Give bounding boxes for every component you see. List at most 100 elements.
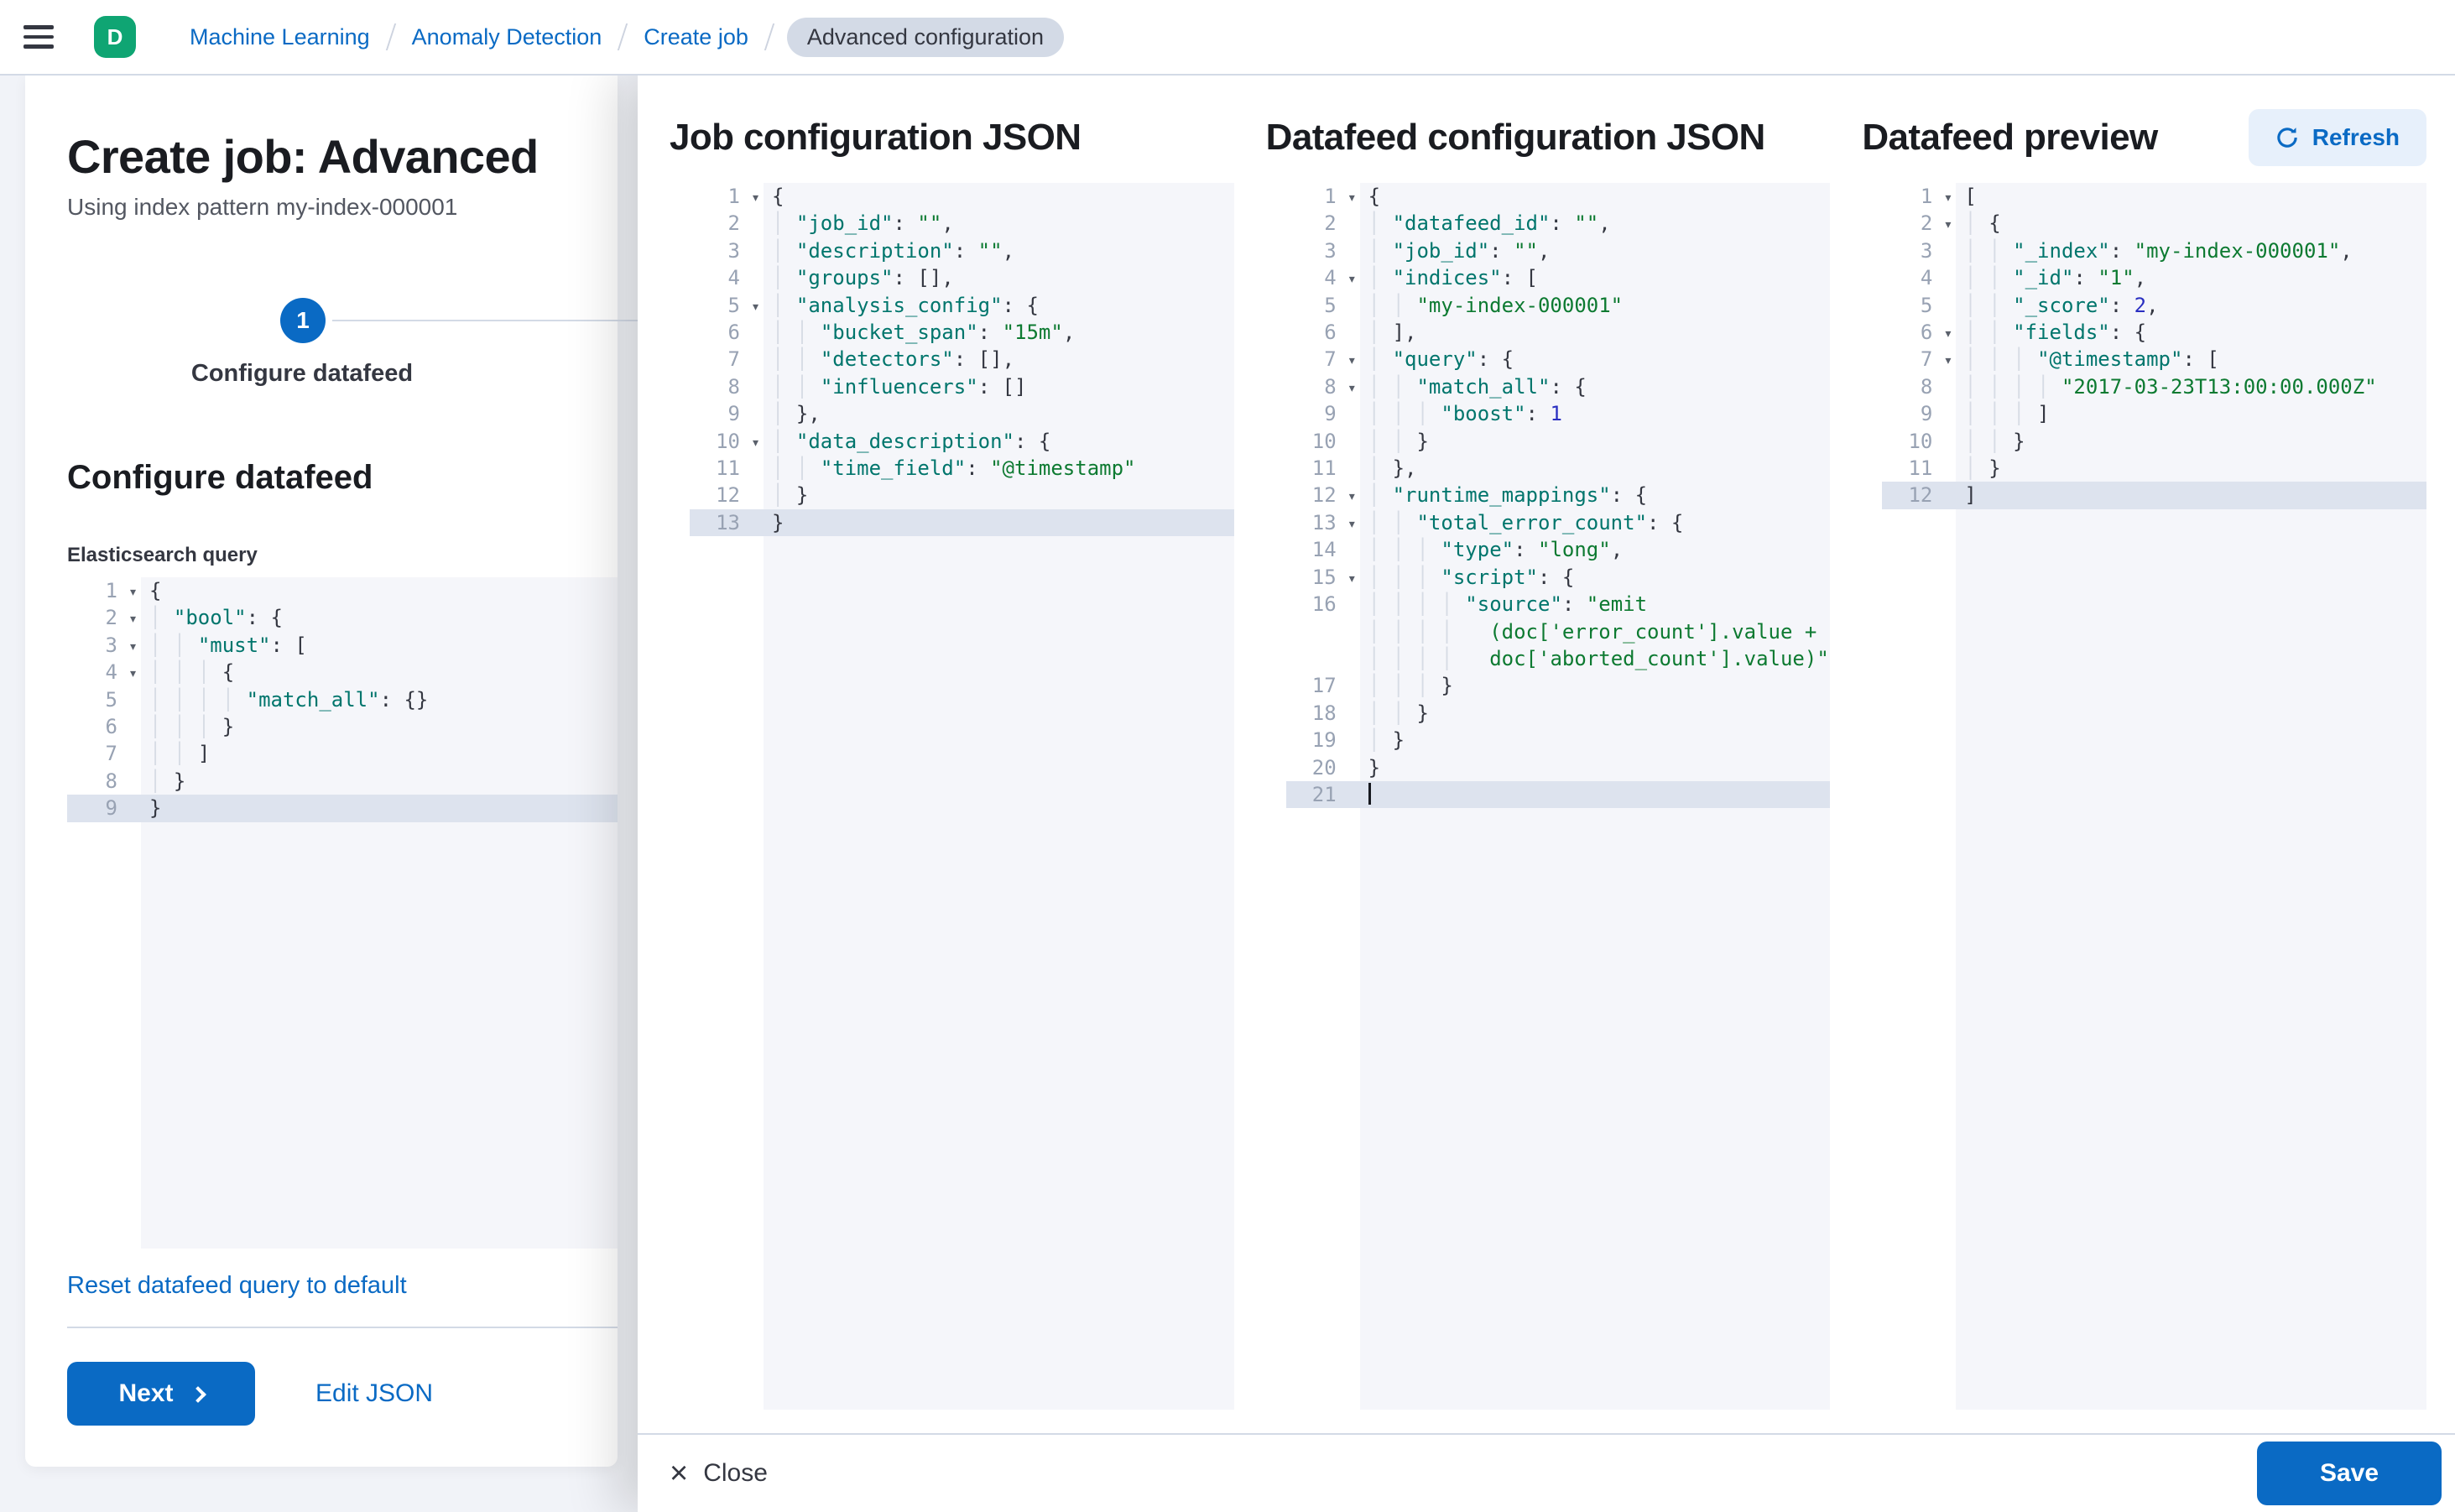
code-line[interactable]: 12▾│ "runtime_mappings": { xyxy=(1286,482,1831,508)
next-button[interactable]: Next xyxy=(67,1362,255,1426)
step-progress-line xyxy=(332,320,641,321)
datafeed-config-json-editor[interactable]: 1▾{2│ "datafeed_id": "",3│ "job_id": "",… xyxy=(1286,183,1831,1410)
datafeed-configuration-title: Datafeed configuration JSON xyxy=(1266,117,1765,159)
code-line[interactable]: 16│ │ │ │ "source": "emit xyxy=(1286,591,1831,618)
top-header: D Machine Learning Anomaly Detection Cre… xyxy=(0,0,2455,76)
breadcrumb-create-job[interactable]: Create job xyxy=(623,24,769,50)
datafeed-configuration-column: Datafeed configuration JSON 1▾{2│ "dataf… xyxy=(1266,109,1831,1433)
wizard-panel: Create job: Advanced Using index pattern… xyxy=(25,76,618,1467)
code-line[interactable]: 1▾{ xyxy=(67,577,618,604)
close-button[interactable]: × Close xyxy=(670,1457,768,1489)
save-button[interactable]: Save xyxy=(2257,1442,2442,1505)
code-line[interactable]: 1▾[ xyxy=(1882,183,2426,210)
code-line[interactable]: 2│ "job_id": "", xyxy=(690,210,1234,237)
app: D Machine Learning Anomaly Detection Cre… xyxy=(0,0,2455,1512)
code-line[interactable]: 19│ } xyxy=(1286,727,1831,753)
code-line[interactable]: 1▾{ xyxy=(690,183,1234,210)
code-line[interactable]: 5│ │ "_score": 2, xyxy=(1882,292,2426,319)
code-line[interactable]: 6▾│ │ "fields": { xyxy=(1882,319,2426,346)
es-query-editor[interactable]: 1▾{2▾│ "bool": {3▾│ │ "must": [4▾│ │ │ {… xyxy=(67,577,618,1249)
code-line[interactable]: 6│ │ "bucket_span": "15m", xyxy=(690,319,1234,346)
refresh-icon xyxy=(2275,126,2299,149)
code-line[interactable]: 7│ │ "detectors": [], xyxy=(690,346,1234,373)
json-columns: Job configuration JSON 1▾{2│ "job_id": "… xyxy=(638,76,2455,1433)
datafeed-preview-editor[interactable]: 1▾[2▾│ {3│ │ "_index": "my-index-000001"… xyxy=(1882,183,2426,1410)
code-line[interactable]: │ │ │ │ (doc['error_count'].value + xyxy=(1286,618,1831,645)
code-line[interactable]: 6│ │ │ } xyxy=(67,713,618,740)
code-line[interactable]: 2│ "datafeed_id": "", xyxy=(1286,210,1831,237)
code-line[interactable]: 1▾{ xyxy=(1286,183,1831,210)
code-line[interactable]: 10│ │ } xyxy=(1882,428,2426,455)
code-line[interactable]: 3│ "description": "", xyxy=(690,237,1234,264)
reset-datafeed-query-link[interactable]: Reset datafeed query to default xyxy=(67,1272,407,1300)
code-line[interactable]: 8│ } xyxy=(67,768,618,795)
code-line[interactable]: 3│ │ "_index": "my-index-000001", xyxy=(1882,237,2426,264)
code-line[interactable]: 11│ } xyxy=(1882,455,2426,482)
code-line[interactable]: 4▾│ "indices": [ xyxy=(1286,264,1831,291)
code-line[interactable]: 8│ │ "influencers": [] xyxy=(690,373,1234,400)
code-line[interactable]: 13▾│ │ "total_error_count": { xyxy=(1286,509,1831,536)
divider xyxy=(67,1327,618,1328)
wizard-actions: Next Edit JSON xyxy=(67,1362,618,1426)
arrow-right-icon xyxy=(190,1386,206,1403)
job-config-json-editor[interactable]: 1▾{2│ "job_id": "",3│ "description": "",… xyxy=(690,183,1234,1410)
hamburger-menu-icon[interactable] xyxy=(23,13,70,60)
close-icon: × xyxy=(670,1457,688,1489)
code-line[interactable]: 2▾│ "bool": { xyxy=(67,604,618,631)
code-line[interactable]: 9│ │ │ ] xyxy=(1882,400,2426,427)
code-line[interactable]: 11│ }, xyxy=(1286,455,1831,482)
job-configuration-title: Job configuration JSON xyxy=(670,117,1081,159)
job-configuration-column: Job configuration JSON 1▾{2│ "job_id": "… xyxy=(670,109,1234,1433)
code-line[interactable]: 20} xyxy=(1286,754,1831,781)
code-line[interactable]: 3▾│ │ "must": [ xyxy=(67,632,618,659)
code-line[interactable]: 21 xyxy=(1286,781,1831,808)
code-line[interactable]: 7│ │ ] xyxy=(67,740,618,767)
edit-json-link[interactable]: Edit JSON xyxy=(315,1379,433,1408)
step-1-circle[interactable]: 1 xyxy=(280,298,326,343)
code-line[interactable]: 9} xyxy=(67,795,618,821)
code-line[interactable]: 13} xyxy=(690,509,1234,536)
user-avatar[interactable]: D xyxy=(94,16,136,58)
step-1-label: Configure datafeed xyxy=(159,360,445,388)
code-line[interactable]: 10│ │ } xyxy=(1286,428,1831,455)
code-line[interactable]: 6│ ], xyxy=(1286,319,1831,346)
page-title: Create job: Advanced xyxy=(67,129,618,184)
code-line[interactable]: 17│ │ │ } xyxy=(1286,672,1831,699)
code-line[interactable]: 15▾│ │ │ "script": { xyxy=(1286,564,1831,591)
breadcrumb-current-page: Advanced configuration xyxy=(787,18,1064,57)
index-pattern-subtitle: Using index pattern my-index-000001 xyxy=(67,194,618,221)
refresh-button[interactable]: Refresh xyxy=(2249,109,2426,166)
code-line[interactable]: 8▾│ │ "match_all": { xyxy=(1286,373,1831,400)
code-line[interactable]: 12] xyxy=(1882,482,2426,508)
datafeed-preview-column: Datafeed preview Refresh 1▾[2▾│ {3│ │ "_… xyxy=(1862,109,2426,1433)
configure-datafeed-heading: Configure datafeed xyxy=(67,459,618,497)
code-line[interactable]: 5│ │ "my-index-000001" xyxy=(1286,292,1831,319)
breadcrumb: Machine Learning Anomaly Detection Creat… xyxy=(169,18,1064,57)
flyout-footer: × Close Save xyxy=(638,1433,2455,1512)
code-line[interactable]: 11│ │ "time_field": "@timestamp" xyxy=(690,455,1234,482)
code-line[interactable]: 4│ "groups": [], xyxy=(690,264,1234,291)
step-indicator: 1 Configure datafeed xyxy=(67,298,618,395)
code-line[interactable]: 7▾│ │ │ "@timestamp": [ xyxy=(1882,346,2426,373)
breadcrumb-machine-learning[interactable]: Machine Learning xyxy=(169,24,390,50)
elasticsearch-query-label: Elasticsearch query xyxy=(67,544,618,567)
page-background: Create job: Advanced Using index pattern… xyxy=(0,76,2455,1512)
text-cursor xyxy=(1368,783,1371,805)
code-line[interactable]: 3│ "job_id": "", xyxy=(1286,237,1831,264)
code-line[interactable]: 9│ │ │ "boost": 1 xyxy=(1286,400,1831,427)
code-line[interactable]: 12│ } xyxy=(690,482,1234,508)
code-line[interactable]: 2▾│ { xyxy=(1882,210,2426,237)
code-line[interactable]: 7▾│ "query": { xyxy=(1286,346,1831,373)
breadcrumb-anomaly-detection[interactable]: Anomaly Detection xyxy=(392,24,623,50)
code-line[interactable]: 9│ }, xyxy=(690,400,1234,427)
code-line[interactable]: │ │ │ │ doc['aborted_count'].value)" xyxy=(1286,645,1831,672)
code-line[interactable]: 4▾│ │ │ { xyxy=(67,659,618,686)
code-line[interactable]: 14│ │ │ "type": "long", xyxy=(1286,536,1831,563)
code-line[interactable]: 4│ │ "_id": "1", xyxy=(1882,264,2426,291)
code-line[interactable]: 5▾│ "analysis_config": { xyxy=(690,292,1234,319)
datafeed-preview-title: Datafeed preview xyxy=(1862,117,2157,159)
code-line[interactable]: 10▾│ "data_description": { xyxy=(690,428,1234,455)
code-line[interactable]: 8│ │ │ │ "2017-03-23T13:00:00.000Z" xyxy=(1882,373,2426,400)
code-line[interactable]: 18│ │ } xyxy=(1286,700,1831,727)
code-line[interactable]: 5│ │ │ │ "match_all": {} xyxy=(67,686,618,713)
